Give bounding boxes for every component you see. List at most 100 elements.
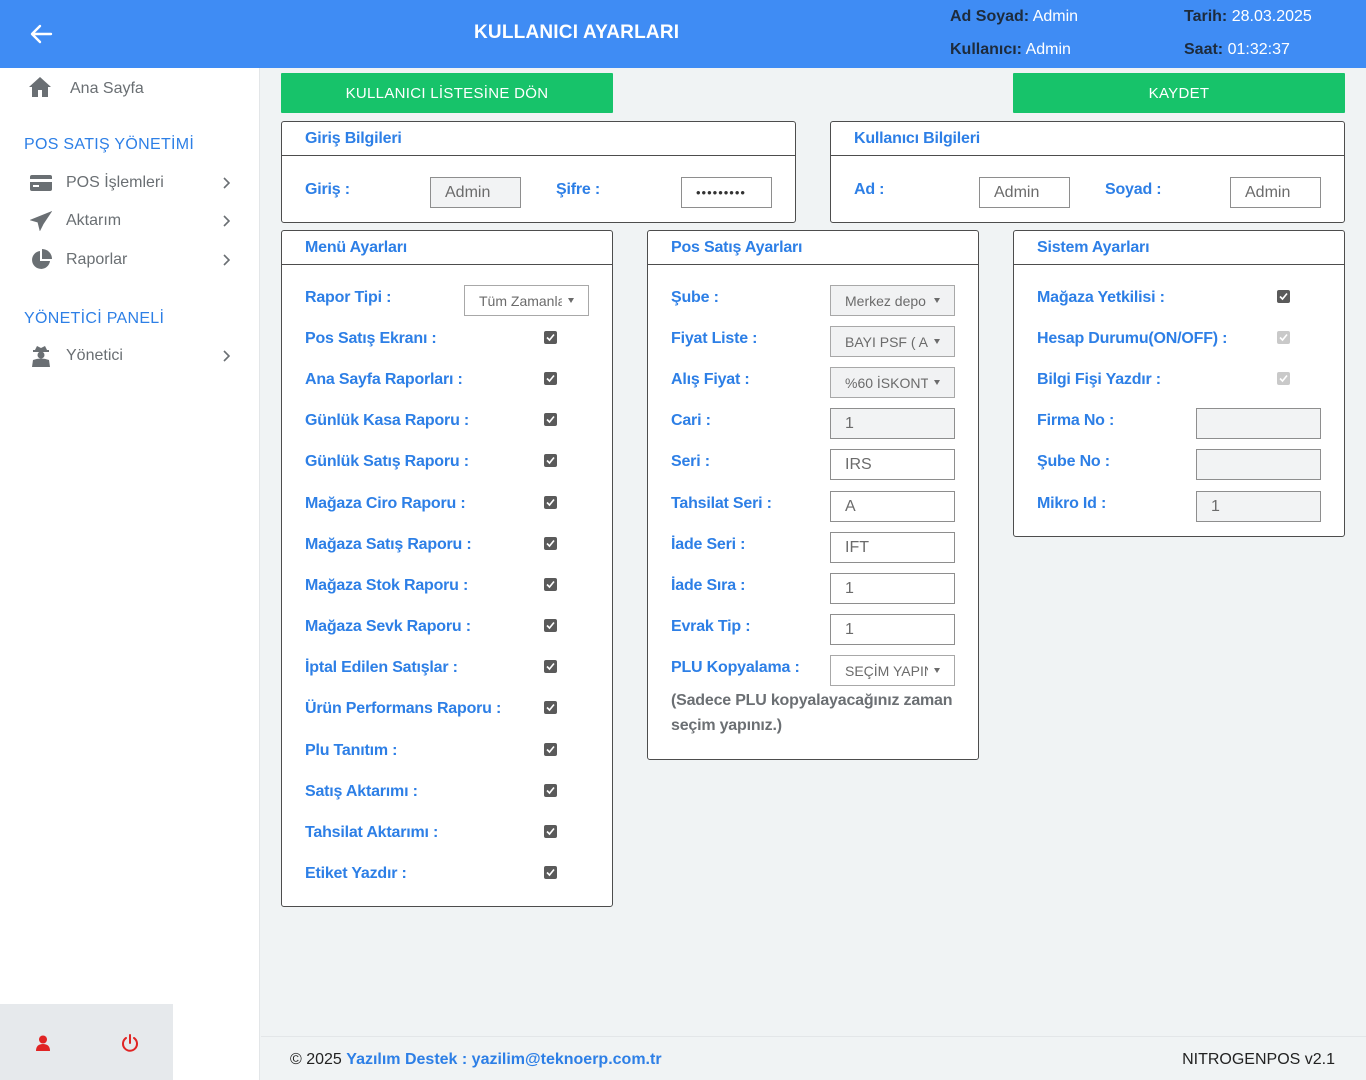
price-list-value: BAYI PSF ( AI	[845, 333, 928, 350]
sidebar-item-home[interactable]: Ana Sayfa	[28, 76, 144, 102]
sidebar-item-raporlar[interactable]: Raporlar	[28, 247, 234, 273]
return-order-input[interactable]: 1	[830, 573, 955, 604]
menu-item-checkbox[interactable]	[544, 454, 557, 467]
menu-item-checkbox[interactable]	[544, 578, 557, 591]
menu-settings-panel: Menü Ayarları Rapor Tipi : Tüm Zamanlar …	[281, 230, 613, 907]
menu-item-label: Ana Sayfa Raporları :	[305, 371, 463, 388]
panel-title: Kullanıcı Bilgileri	[831, 122, 1344, 156]
menu-item-checkbox[interactable]	[544, 331, 557, 344]
mikro-id-input[interactable]: 1	[1196, 491, 1321, 522]
menu-item-checkbox[interactable]	[544, 537, 557, 550]
login-password-input[interactable]: •••••••••	[681, 177, 772, 208]
price-list-label: Fiyat Liste :	[671, 330, 758, 347]
chevron-right-icon	[222, 215, 234, 227]
chevron-right-icon	[222, 350, 234, 362]
panel-title: Menü Ayarları	[282, 231, 612, 265]
menu-item-checkbox[interactable]	[544, 496, 557, 509]
header-time: Saat: 01:32:37	[1184, 41, 1290, 59]
sidebar-item-yonetici[interactable]: Yönetici	[28, 343, 234, 369]
date-label: Tarih:	[1184, 8, 1228, 25]
header-date: Tarih: 28.03.2025	[1184, 8, 1312, 26]
dropdown-arrow-icon	[934, 668, 940, 673]
report-type-value: Tüm Zamanlar	[479, 292, 562, 309]
plu-copy-note: (Sadece PLU kopyalayacağınız zaman seçim…	[671, 692, 953, 734]
footer-copyright: © 2025 Yazılım Destek : yazilim@teknoerp…	[290, 1051, 662, 1069]
collection-series-label: Tahsilat Seri :	[671, 495, 772, 512]
menu-item-checkbox[interactable]	[544, 701, 557, 714]
back-to-list-button[interactable]: KULLANICI LİSTESİNE DÖN	[281, 73, 613, 113]
sidebar-item-aktarim[interactable]: Aktarım	[28, 208, 234, 234]
menu-item-checkbox[interactable]	[544, 413, 557, 426]
logout-power-icon[interactable]	[119, 1032, 141, 1054]
sidebar-item-label: POS İşlemleri	[66, 174, 164, 191]
panel-title: Sistem Ayarları	[1014, 231, 1344, 265]
sidebar-item-label: Raporlar	[66, 251, 128, 268]
price-list-select[interactable]: BAYI PSF ( AI	[830, 326, 955, 357]
menu-item-checkbox[interactable]	[544, 825, 557, 838]
menu-item-label: Mağaza Ciro Raporu :	[305, 495, 466, 512]
return-series-input[interactable]: IFT	[830, 532, 955, 563]
login-user-input[interactable]: Admin	[430, 177, 521, 208]
dropdown-arrow-icon	[934, 339, 940, 344]
support-link[interactable]: Yazılım Destek : yazilim@teknoerp.com.tr	[346, 1051, 661, 1068]
copyright-text: © 2025	[290, 1051, 342, 1068]
info-receipt-checkbox[interactable]	[1277, 372, 1290, 385]
save-button[interactable]: KAYDET	[1013, 73, 1345, 113]
header-fullname: Ad Soyad: Admin	[950, 8, 1078, 26]
seri-label: Seri :	[671, 453, 710, 470]
chevron-right-icon	[222, 254, 234, 266]
branch-no-input[interactable]	[1196, 449, 1321, 480]
profile-icon[interactable]	[32, 1032, 54, 1054]
menu-item-label: Etiket Yazdır :	[305, 865, 407, 882]
menu-item-label: Mağaza Satış Raporu :	[305, 536, 472, 553]
dropdown-arrow-icon	[568, 298, 574, 303]
plu-copy-select[interactable]: SEÇİM YAPIN	[830, 655, 955, 686]
branch-no-label: Şube No :	[1037, 453, 1110, 470]
menu-item-label: Mağaza Sevk Raporu :	[305, 618, 471, 635]
purchase-price-value: %60 İSKONT	[845, 374, 928, 391]
login-user-label: Giriş :	[305, 181, 350, 198]
panel-title: Giriş Bilgileri	[282, 122, 795, 156]
first-name-label: Ad :	[854, 181, 885, 198]
document-type-input[interactable]: 1	[830, 614, 955, 645]
purchase-price-select[interactable]: %60 İSKONT	[830, 367, 955, 398]
collection-series-input[interactable]: A	[830, 491, 955, 522]
last-name-input[interactable]: Admin	[1230, 177, 1321, 208]
menu-item-checkbox[interactable]	[544, 784, 557, 797]
first-name-input[interactable]: Admin	[979, 177, 1070, 208]
cari-label: Cari :	[671, 412, 711, 429]
panel-title: Pos Satış Ayarları	[648, 231, 978, 265]
store-manager-label: Mağaza Yetkilisi :	[1037, 289, 1165, 306]
menu-item-checkbox[interactable]	[544, 866, 557, 879]
menu-item-label: Satış Aktarımı :	[305, 783, 418, 800]
username-label: Kullanıcı:	[950, 41, 1023, 58]
sube-select[interactable]: Merkez depo	[830, 285, 955, 316]
system-settings-panel: Sistem Ayarları Mağaza Yetkilisi : Hesap…	[1013, 230, 1345, 537]
menu-item-label: Ürün Performans Raporu :	[305, 700, 502, 717]
sidebar-item-pos-islemleri[interactable]: POS İşlemleri	[28, 170, 234, 196]
menu-item-checkbox[interactable]	[544, 619, 557, 632]
menu-item-checkbox[interactable]	[544, 660, 557, 673]
menu-item-checkbox[interactable]	[544, 743, 557, 756]
report-type-label: Rapor Tipi :	[305, 289, 392, 306]
info-receipt-label: Bilgi Fişi Yazdır :	[1037, 371, 1161, 388]
account-status-checkbox[interactable]	[1277, 331, 1290, 344]
back-arrow-icon[interactable]	[24, 20, 60, 48]
pos-settings-panel: Pos Satış Ayarları Şube : Merkez depo Fi…	[647, 230, 979, 760]
date-value: 28.03.2025	[1231, 8, 1312, 25]
page-title: KULLANICI AYARLARI	[474, 22, 680, 43]
return-order-label: İade Sıra :	[671, 577, 746, 594]
header-username: Kullanıcı: Admin	[950, 41, 1071, 59]
top-bar: KULLANICI AYARLARI Ad Soyad: Admin Kulla…	[0, 0, 1366, 68]
login-info-panel: Giriş Bilgileri Giriş : Admin Şifre : ••…	[281, 121, 796, 223]
seri-input[interactable]: IRS	[830, 449, 955, 480]
menu-item-checkbox[interactable]	[544, 372, 557, 385]
store-manager-checkbox[interactable]	[1277, 290, 1290, 303]
cari-input[interactable]: 1	[830, 408, 955, 439]
paper-plane-icon	[28, 210, 54, 232]
dropdown-arrow-icon	[934, 380, 940, 385]
company-no-input[interactable]	[1196, 408, 1321, 439]
sidebar-bottom-bar	[0, 1004, 173, 1080]
credit-card-icon	[28, 172, 54, 194]
report-type-select[interactable]: Tüm Zamanlar	[464, 285, 589, 316]
